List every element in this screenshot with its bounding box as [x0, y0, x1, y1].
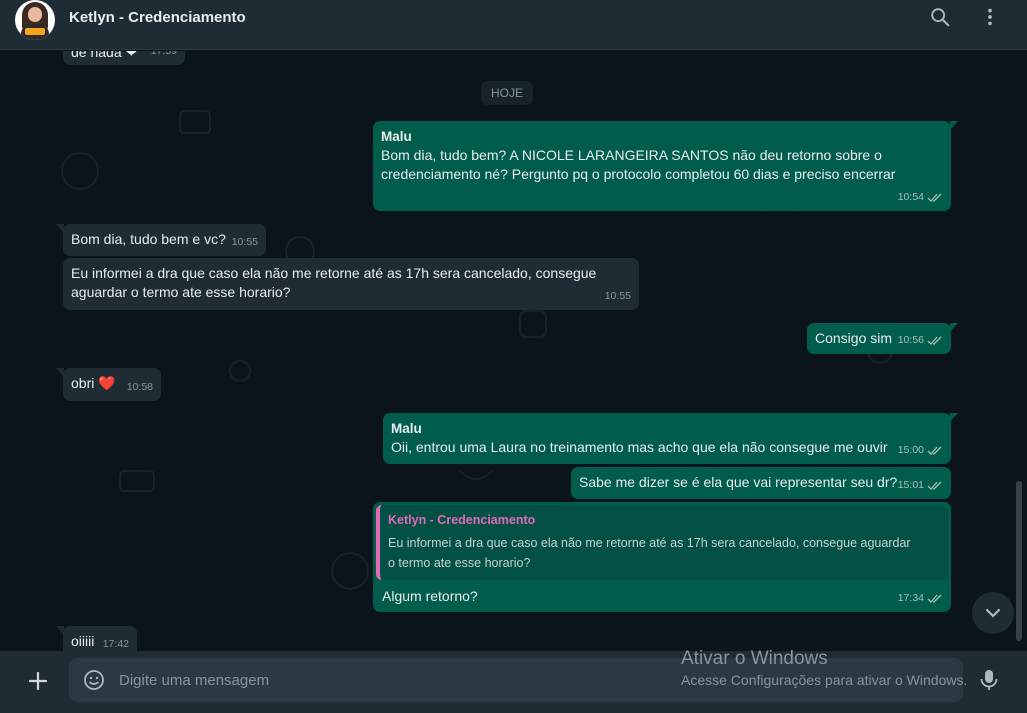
- message-list[interactable]: de nada ❤ 17:59 HOJE Malu Bom dia, tudo …: [0, 51, 1027, 651]
- mic-icon[interactable]: [978, 668, 1000, 692]
- read-receipt-icon: [927, 446, 942, 455]
- message-text: Algum retorno?: [382, 588, 478, 604]
- date-separator: HOJE: [481, 81, 533, 105]
- quoted-text-line: o termo ate esse horario?: [388, 556, 531, 570]
- message-bubble-outgoing[interactable]: Malu Bom dia, tudo bem? A NICOLE LARANGE…: [373, 121, 958, 211]
- message-text: Eu informei a dra que caso ela não me re…: [71, 265, 597, 281]
- message-time: 10:55: [604, 290, 631, 302]
- quoted-text-line: Eu informei a dra que caso ela não me re…: [388, 536, 911, 550]
- message-text: Sabe me dizer se é ela que vai represent…: [579, 474, 898, 490]
- message-bubble-incoming[interactable]: de nada ❤ 17:59: [63, 51, 185, 65]
- plus-icon[interactable]: [27, 670, 49, 692]
- menu-icon[interactable]: [979, 6, 1001, 28]
- message-text: Oii, entrou uma Laura no treinamento mas…: [391, 439, 888, 455]
- message-time: 10:54: [897, 191, 924, 203]
- message-bubble-outgoing[interactable]: Sabe me dizer se é ela que vai represent…: [571, 467, 951, 499]
- message-text: Consigo sim: [815, 330, 893, 346]
- scrollbar[interactable]: [1016, 481, 1022, 641]
- message-time: 17:42: [102, 638, 129, 650]
- message-time: 15:01: [897, 479, 924, 491]
- chat-title[interactable]: Ketlyn - Credenciamento: [69, 9, 246, 26]
- message-text: aguardar o termo ate esse horario?: [71, 284, 291, 300]
- scroll-down-button[interactable]: [972, 592, 1014, 634]
- message-time: 10:58: [126, 381, 153, 393]
- message-bubble-incoming[interactable]: Bom dia, tudo bem e vc? 10:55: [56, 224, 266, 256]
- message-text: de nada ❤: [71, 51, 138, 60]
- emoji-icon[interactable]: [83, 669, 105, 691]
- contact-avatar[interactable]: [15, 0, 55, 40]
- message-bubble-incoming[interactable]: oiiiii 17:42: [56, 626, 137, 651]
- message-time: 10:56: [897, 334, 924, 346]
- read-receipt-icon: [927, 193, 942, 202]
- message-time: 17:34: [897, 592, 924, 604]
- sender-name: Malu: [391, 421, 422, 436]
- message-text: credenciamento né? Pergunto pq o protoco…: [381, 166, 896, 182]
- read-receipt-icon: [927, 336, 942, 345]
- message-time: 15:00: [897, 444, 924, 456]
- message-time: 17:59: [150, 51, 177, 57]
- read-receipt-icon: [927, 594, 942, 603]
- message-input-box[interactable]: [69, 658, 963, 702]
- message-meta: 15:01: [898, 476, 943, 495]
- search-icon[interactable]: [929, 6, 951, 28]
- read-receipt-icon: [927, 481, 942, 490]
- message-bubble-outgoing[interactable]: Consigo sim 10:56: [807, 323, 958, 354]
- message-text: obri ❤️: [71, 375, 116, 391]
- quoted-text: Eu informei a dra que caso ela não me re…: [388, 533, 940, 573]
- quoted-message[interactable]: Ketlyn - Credenciamento Eu informei a dr…: [376, 505, 948, 580]
- message-composer: [0, 651, 1027, 713]
- message-text: oiiiii: [71, 633, 95, 649]
- message-meta: 10:56: [898, 331, 943, 350]
- message-bubble-incoming[interactable]: Eu informei a dra que caso ela não me re…: [63, 258, 639, 310]
- sender-name: Malu: [381, 129, 412, 144]
- message-bubble-outgoing[interactable]: Ketlyn - Credenciamento Eu informei a dr…: [373, 502, 951, 612]
- message-meta: 10:54: [898, 188, 943, 207]
- message-text: Bom dia, tudo bem e vc?: [71, 231, 226, 247]
- chat-header: Ketlyn - Credenciamento: [0, 0, 1027, 50]
- quoted-sender-name: Ketlyn - Credenciamento: [388, 513, 536, 527]
- message-meta: 15:00: [898, 441, 943, 460]
- message-bubble-incoming[interactable]: obri ❤️ 10:58: [56, 368, 161, 401]
- chevron-down-icon: [985, 608, 1001, 618]
- message-input[interactable]: [119, 658, 939, 702]
- message-text: Bom dia, tudo bem? A NICOLE LARANGEIRA S…: [381, 147, 882, 163]
- message-time: 10:55: [231, 236, 258, 248]
- message-bubble-outgoing[interactable]: Malu Oii, entrou uma Laura no treinament…: [383, 413, 958, 464]
- message-meta: 17:34: [898, 589, 943, 608]
